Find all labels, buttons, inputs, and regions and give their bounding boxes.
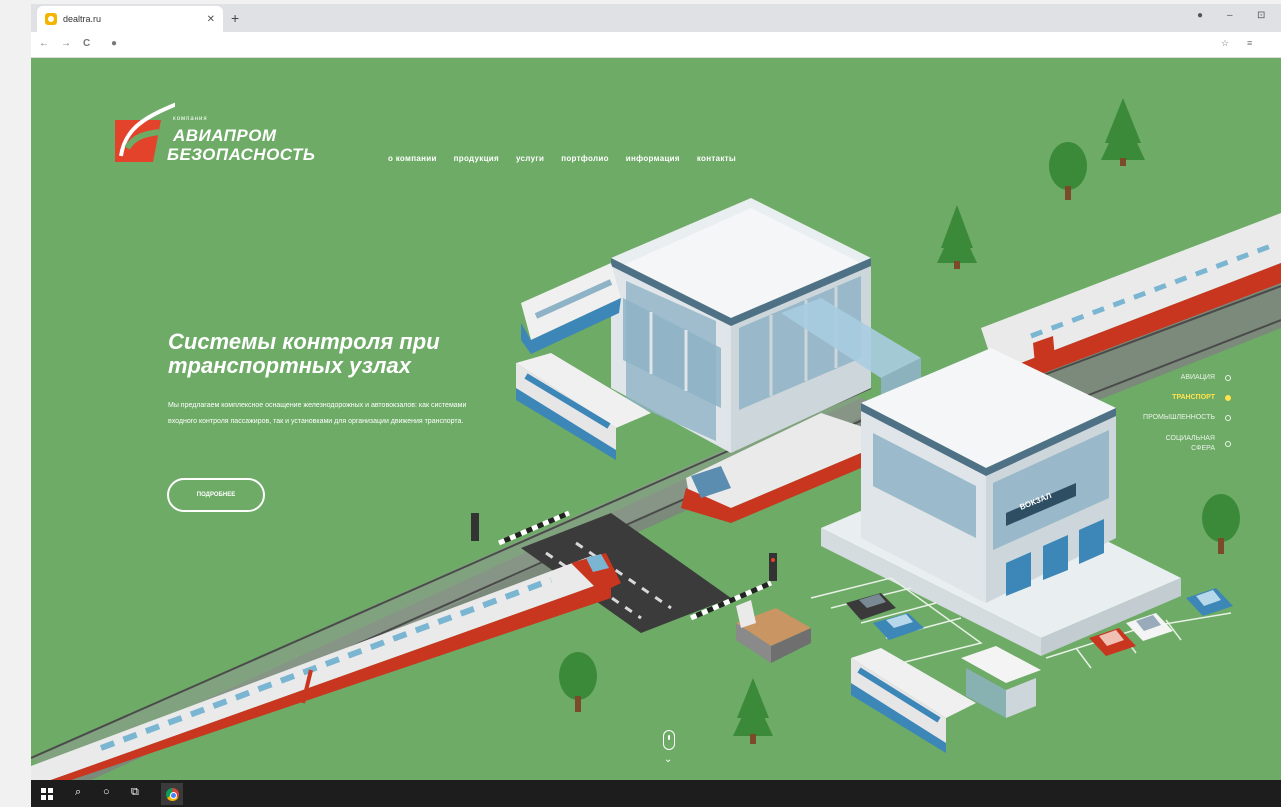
bus-shelter [961, 646, 1041, 718]
back-icon[interactable]: ← [39, 38, 49, 49]
sector-social[interactable]: СОЦИАЛЬНАЯ СФЕРА [1143, 434, 1231, 454]
traffic-light-right [769, 553, 777, 581]
logo-line-1: АВИАПРОМ [173, 126, 277, 145]
tree [1049, 142, 1087, 200]
bus-top [521, 263, 621, 354]
favicon-icon [45, 13, 57, 25]
dot-icon [1225, 374, 1231, 381]
forward-icon[interactable]: → [61, 38, 71, 49]
new-tab-button[interactable]: + [231, 10, 239, 26]
nav-services[interactable]: услуги [516, 154, 544, 163]
browser-menu-icon[interactable]: ≡ [1247, 38, 1252, 48]
sector-transport[interactable]: ТРАНСПОРТ [1143, 394, 1231, 401]
maximize-button[interactable]: ⊡ [1257, 10, 1265, 21]
profile-icon[interactable]: ● [1197, 10, 1203, 21]
search-icon[interactable]: ⌕ [75, 786, 81, 799]
sector-transport-label: ТРАНСПОРТ [1172, 394, 1215, 401]
tab-title: dealtra.ru [63, 14, 102, 24]
car-blue-2 [1186, 588, 1233, 616]
dot-icon [1225, 441, 1231, 447]
nav-products[interactable]: продукция [454, 154, 499, 163]
traffic-light-left [471, 513, 479, 541]
sector-industry-label: ПРОМЫШЛЕННОСТЬ [1143, 414, 1215, 421]
bookmark-star-icon[interactable]: ☆ [1221, 38, 1229, 49]
web-page: ВОКЗАЛ компания АВИАПРОМ БЕЗОПАСНОСТЬ о … [31, 58, 1281, 780]
nav-contacts[interactable]: контакты [697, 154, 736, 163]
chrome-taskbar-icon[interactable] [161, 783, 183, 805]
nav-information[interactable]: информация [626, 154, 680, 163]
logo-tagline: компания [173, 116, 208, 122]
truck [736, 600, 811, 663]
hero-title: Системы контроля при транспортных узлах [168, 329, 440, 378]
tree [559, 652, 597, 712]
more-button[interactable]: подробнее [167, 478, 265, 512]
browser-tab[interactable]: dealtra.ru ✕ [37, 6, 223, 32]
tree [937, 205, 977, 269]
main-nav: о компании продукция услуги портфолио ин… [388, 154, 736, 163]
logo-line-2: БЕЗОПАСНОСТЬ [167, 145, 316, 164]
task-view-icon[interactable]: ⧉ [131, 786, 139, 799]
site-info-icon[interactable]: ● [111, 38, 117, 49]
browser-tab-bar: dealtra.ru ✕ + ● – ⊡ [31, 4, 1281, 32]
tree [1202, 494, 1240, 554]
minimize-button[interactable]: – [1227, 10, 1233, 21]
tree [733, 678, 773, 744]
nav-about[interactable]: о компании [388, 154, 437, 163]
chevron-down-icon: ⌄ [664, 754, 673, 765]
scroll-mouse-icon[interactable] [663, 730, 675, 750]
nav-portfolio[interactable]: портфолио [561, 154, 609, 163]
sector-social-label: СОЦИАЛЬНАЯ СФЕРА [1165, 435, 1215, 452]
car-white [1126, 613, 1173, 641]
hero-description: Мы предлагаем комплексное оснащение желе… [168, 402, 467, 425]
sector-aviation[interactable]: АВИАЦИЯ [1143, 374, 1231, 381]
windows-start-icon[interactable] [41, 788, 53, 800]
sector-nav: АВИАЦИЯ ТРАНСПОРТ ПРОМЫШЛЕННОСТЬ СОЦИАЛЬ… [1143, 374, 1231, 467]
bus-bottom [851, 648, 976, 753]
taskbar: ⌕ ○ ⧉ [31, 780, 1281, 807]
tree [1101, 98, 1145, 166]
logo[interactable]: компания АВИАПРОМ БЕЗОПАСНОСТЬ [115, 98, 345, 168]
address-bar: ← → C ● ☆ ≡ [31, 32, 1281, 58]
cortana-icon[interactable]: ○ [103, 786, 110, 798]
logo-mark-icon [115, 102, 175, 162]
dot-icon [1225, 394, 1231, 401]
train-lower [31, 553, 621, 780]
sector-aviation-label: АВИАЦИЯ [1180, 374, 1215, 381]
tab-close-icon[interactable]: ✕ [207, 14, 215, 25]
reload-icon[interactable]: C [83, 38, 90, 49]
screen: dealtra.ru ✕ + ● – ⊡ ← → C ● ☆ ≡ ВОКЗАЛ … [0, 0, 1281, 807]
dot-icon [1225, 414, 1231, 421]
sector-industry[interactable]: ПРОМЫШЛЕННОСТЬ [1143, 414, 1231, 421]
